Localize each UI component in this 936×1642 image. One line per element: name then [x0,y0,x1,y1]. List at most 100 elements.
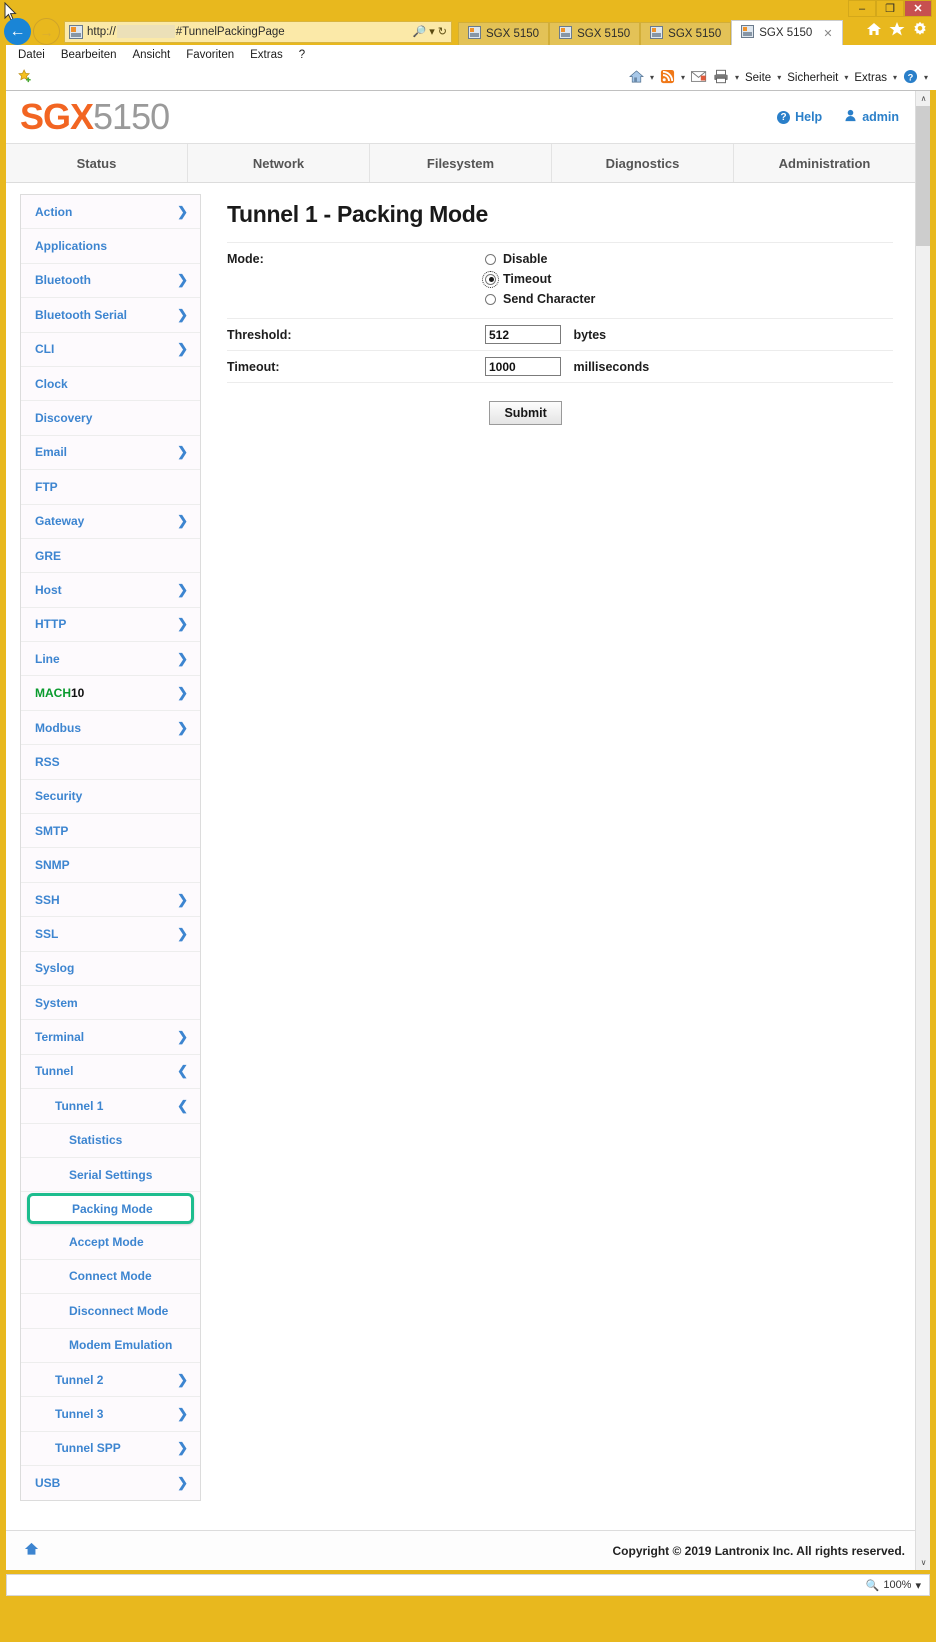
radio-send-character-indicator[interactable] [485,293,496,305]
page-scrollbar[interactable]: ∧ ∨ [915,91,930,1570]
sidebar-item-host[interactable]: Host ❯ [21,573,200,608]
sidebar-item-statistics[interactable]: Statistics [21,1124,200,1158]
home-icon[interactable] [24,1541,39,1560]
browser-tab-3[interactable]: SGX 5150 [640,22,732,45]
maximize-button[interactable]: ❐ [876,0,904,17]
sidebar-item-security[interactable]: Security [21,780,200,815]
chevron-right-icon[interactable]: ❯ [177,1440,188,1456]
nav-tab-network[interactable]: Network [188,144,370,182]
favorites-add-icon[interactable] [18,68,33,87]
radio-disable-indicator[interactable] [485,253,496,265]
menu-item-extras[interactable]: Extras [250,49,283,61]
user-menu[interactable]: admin [844,109,899,125]
menu-item-bearbeiten[interactable]: Bearbeiten [61,49,117,61]
refresh-icon[interactable]: ↻ [438,25,447,38]
sidebar-item-clock[interactable]: Clock [21,367,200,402]
sidebar-item-gateway[interactable]: Gateway ❯ [21,505,200,539]
chevron-down-icon[interactable]: ▾ [735,73,739,82]
sidebar-item-usb[interactable]: USB ❯ [21,1466,200,1500]
forward-button[interactable]: → [33,18,60,45]
chevron-right-icon[interactable]: ❯ [177,926,188,942]
chevron-left-icon[interactable]: ❮ [177,1063,188,1079]
sidebar-item-bluetooth[interactable]: Bluetooth ❯ [21,264,200,299]
timeout-input[interactable] [485,357,561,376]
home-icon[interactable] [866,21,882,42]
chevron-down-icon[interactable]: ▾ [844,73,848,82]
close-button[interactable]: ✕ [904,0,932,17]
sidebar-item-ssh[interactable]: SSH ❯ [21,883,200,918]
chevron-down-icon[interactable]: ▾ [650,73,654,82]
sidebar-item-discovery[interactable]: Discovery [21,401,200,436]
sidebar-item-smtp[interactable]: SMTP [21,814,200,849]
radio-timeout[interactable]: Timeout [482,270,893,288]
chevron-right-icon[interactable]: ❯ [177,444,188,460]
command-sicherheit[interactable]: Sicherheit [787,72,838,84]
scrollbar-thumb[interactable] [916,106,930,246]
chevron-right-icon[interactable]: ❯ [177,1475,188,1491]
submit-button[interactable]: Submit [489,401,562,425]
search-icon[interactable]: 🔎 [413,25,427,38]
favorites-star-icon[interactable] [889,21,905,42]
sidebar-item-cli[interactable]: CLI ❯ [21,333,200,367]
help-link[interactable]: ? Help [777,110,822,124]
command-seite[interactable]: Seite [745,72,771,84]
sidebar-item-line[interactable]: Line ❯ [21,642,200,677]
browser-tab-2[interactable]: SGX 5150 [549,22,641,45]
chevron-right-icon[interactable]: ❯ [177,582,188,598]
menu-item-favoriten[interactable]: Favoriten [186,49,234,61]
mail-icon[interactable] [690,70,707,86]
chevron-right-icon[interactable]: ❯ [177,616,188,632]
menu-item-help[interactable]: ? [299,49,305,61]
chevron-down-icon[interactable]: ▾ [924,73,928,82]
sidebar-item-serial-settings[interactable]: Serial Settings [21,1158,200,1193]
sidebar-item-snmp[interactable]: SNMP [21,848,200,883]
tools-gear-icon[interactable] [912,21,928,42]
sidebar-item-ssl[interactable]: SSL ❯ [21,917,200,952]
sidebar-item-gre[interactable]: GRE [21,539,200,574]
nav-tab-filesystem[interactable]: Filesystem [370,144,552,182]
sidebar-item-action[interactable]: Action ❯ [21,195,200,230]
sidebar-item-tunnel-3[interactable]: Tunnel 3 ❯ [21,1397,200,1432]
nav-tab-diagnostics[interactable]: Diagnostics [552,144,734,182]
chevron-down-icon[interactable]: ▾ [915,1579,921,1592]
sidebar-item-packing-mode[interactable]: Packing Mode [27,1193,194,1225]
menu-item-ansicht[interactable]: Ansicht [132,49,170,61]
chevron-right-icon[interactable]: ❯ [177,513,188,529]
chevron-down-icon[interactable]: ▾ [777,73,781,82]
chevron-right-icon[interactable]: ❯ [177,307,188,323]
browser-tab-4-active[interactable]: SGX 5150 ✕ [731,20,843,45]
sidebar-item-rss[interactable]: RSS [21,745,200,780]
sidebar-item-mach10[interactable]: MACH10 ❯ [21,676,200,711]
print-icon[interactable] [713,69,729,87]
sidebar-item-modem-emulation[interactable]: Modem Emulation [21,1329,200,1363]
sidebar-item-tunnel-spp[interactable]: Tunnel SPP ❯ [21,1432,200,1467]
sidebar-item-ftp[interactable]: FTP [21,470,200,505]
threshold-input[interactable] [485,325,561,344]
scroll-up-button[interactable]: ∧ [916,91,930,106]
sidebar-item-tunnel-2[interactable]: Tunnel 2 ❯ [21,1363,200,1398]
sidebar-item-system[interactable]: System [21,986,200,1021]
chevron-right-icon[interactable]: ❯ [177,272,188,288]
chevron-right-icon[interactable]: ❯ [177,685,188,701]
sidebar-item-tunnel-1[interactable]: Tunnel 1 ❮ [21,1089,200,1124]
tab-close-icon[interactable]: ✕ [823,27,832,40]
chevron-right-icon[interactable]: ❯ [177,1406,188,1422]
sidebar-item-terminal[interactable]: Terminal ❯ [21,1020,200,1055]
sidebar-item-connect-mode[interactable]: Connect Mode [21,1260,200,1295]
nav-tab-status[interactable]: Status [6,144,188,182]
command-extras[interactable]: Extras [854,72,887,84]
sidebar-item-applications[interactable]: Applications [21,229,200,264]
sidebar-item-accept-mode[interactable]: Accept Mode [21,1225,200,1260]
chevron-down-icon[interactable]: ▾ [681,73,685,82]
chevron-right-icon[interactable]: ❯ [177,651,188,667]
scroll-down-button[interactable]: ∨ [916,1555,930,1570]
address-bar[interactable]: http:// #TunnelPackingPage 🔎 ▾ ↻ [64,20,452,43]
sidebar-item-disconnect-mode[interactable]: Disconnect Mode [21,1294,200,1329]
sidebar-item-http[interactable]: HTTP ❯ [21,608,200,643]
chevron-left-icon[interactable]: ❮ [177,1098,188,1114]
chevron-right-icon[interactable]: ❯ [177,720,188,736]
menu-item-datei[interactable]: Datei [18,49,45,61]
minimize-button[interactable]: – [848,0,876,17]
home-page-icon[interactable] [628,69,644,87]
sidebar-item-syslog[interactable]: Syslog [21,952,200,986]
